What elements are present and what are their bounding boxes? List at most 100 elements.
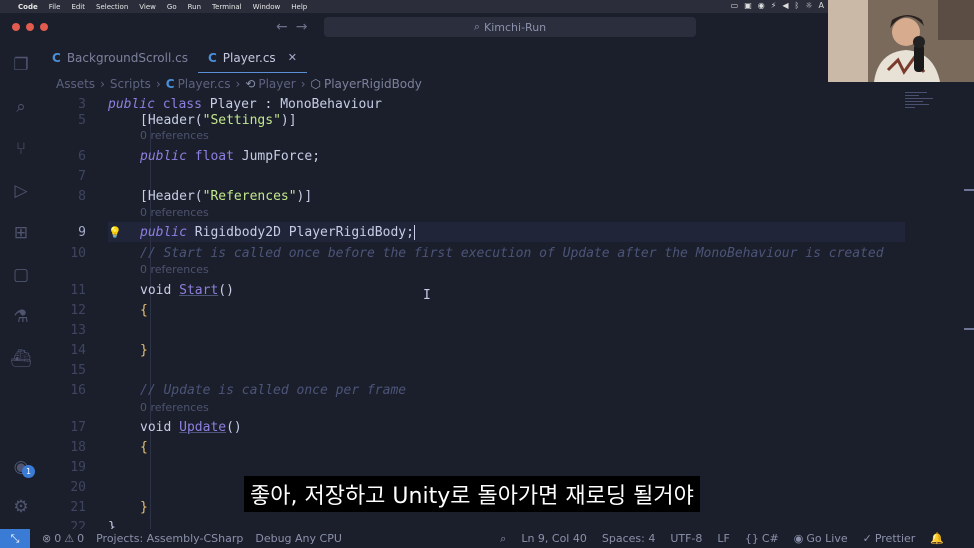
volume-icon[interactable]: ◀: [782, 1, 788, 10]
code-line: 17 void Update(): [70, 419, 242, 435]
scrollbar-marker: [964, 189, 974, 191]
bluetooth-icon[interactable]: ᛒ: [795, 1, 800, 10]
code-line: 8 [Header("References")]: [78, 188, 313, 204]
line-ending[interactable]: LF: [717, 532, 729, 545]
status-bar: ⤡ ⊗ 0 ⚠ 0 Projects: Assembly-CSharp Debu…: [0, 529, 974, 548]
code-line: 14 }: [70, 342, 148, 358]
code-line: 12 {: [70, 302, 148, 318]
code-editor[interactable]: 3 public class Player : MonoBehaviour 5 …: [42, 92, 962, 535]
breadcrumb-item[interactable]: Player.cs: [178, 77, 231, 91]
problems-indicator[interactable]: ⊗ 0 ⚠ 0: [42, 532, 84, 545]
field-icon: ⬡: [310, 77, 321, 91]
breadcrumb-item[interactable]: PlayerRigidBody: [324, 77, 422, 91]
csharp-icon: C: [207, 50, 217, 65]
double-check-icon: ✓: [862, 532, 872, 545]
debug-config[interactable]: Debug Any CPU: [255, 532, 342, 545]
breadcrumb: Assets › Scripts › C Player.cs › ⟲ Playe…: [56, 76, 422, 92]
minimap[interactable]: [905, 92, 965, 132]
language-mode[interactable]: {} C#: [745, 532, 779, 545]
search-icon: ⌕: [473, 20, 481, 33]
notifications-bell-icon[interactable]: 🔔: [930, 532, 944, 545]
forward-arrow-icon[interactable]: →: [296, 19, 316, 35]
bolt-icon[interactable]: ⚡: [771, 1, 777, 10]
text-caret: [413, 224, 415, 240]
lightbulb-icon[interactable]: 💡: [108, 226, 122, 239]
settings-gear-icon[interactable]: ⚙: [9, 495, 33, 519]
run-debug-icon[interactable]: ▷: [9, 179, 33, 203]
brightness-icon[interactable]: ☼: [805, 1, 812, 10]
zoom-search-icon[interactable]: ⌕: [500, 532, 506, 546]
csharp-icon: C: [165, 77, 175, 91]
code-line: 6 public float JumpForce;: [78, 148, 321, 164]
webcam-overlay: [828, 0, 974, 82]
chevron-right-icon: ›: [300, 77, 306, 91]
prettier-status[interactable]: ✓ Prettier: [863, 532, 916, 545]
remote-indicator-icon[interactable]: ⤡: [0, 529, 30, 548]
menu-window[interactable]: Window: [253, 3, 281, 11]
tab-backgroundscroll[interactable]: C BackgroundScroll.cs: [42, 43, 198, 73]
menu-app-code[interactable]: Code: [18, 3, 38, 11]
warning-icon: ⚠: [64, 532, 75, 545]
close-tab-icon[interactable]: ✕: [288, 51, 297, 64]
close-window-button[interactable]: [12, 23, 20, 31]
docker-icon[interactable]: ⛴: [9, 347, 33, 371]
command-center[interactable]: ⌕ Kimchi-Run: [324, 17, 696, 37]
activity-bar: ❐ ⌕ ⑂ ▷ ⊞ ▢ ⚗ ⛴ ◉ 1 ⚙: [0, 43, 42, 529]
chevron-right-icon: ›: [155, 77, 161, 91]
codelens-references[interactable]: 0 references: [140, 263, 209, 278]
presenter-video: [828, 0, 974, 82]
zoom-window-button[interactable]: [40, 23, 48, 31]
menu-selection[interactable]: Selection: [96, 3, 128, 11]
codelens-references[interactable]: 0 references: [140, 206, 209, 221]
minimize-window-button[interactable]: [26, 23, 34, 31]
display-icon[interactable]: ▣: [744, 1, 752, 10]
code-line: 15: [70, 362, 86, 378]
menu-view[interactable]: View: [139, 3, 156, 11]
code-line: 7: [78, 168, 86, 184]
search-icon[interactable]: ⌕: [9, 95, 33, 119]
screen-icon[interactable]: ▭: [731, 1, 739, 10]
broadcast-icon: ◉: [793, 532, 804, 545]
back-arrow-icon[interactable]: ←: [276, 19, 296, 35]
chevron-right-icon: ›: [235, 77, 241, 91]
source-control-icon[interactable]: ⑂: [9, 137, 33, 161]
code-line: 16 // Update is called once per frame: [70, 382, 407, 398]
go-live-button[interactable]: ◉ Go Live: [794, 532, 848, 545]
project-indicator[interactable]: Projects: Assembly-CSharp: [96, 532, 243, 545]
extensions-icon[interactable]: ⊞: [9, 221, 33, 245]
menu-go[interactable]: Go: [167, 3, 177, 11]
code-line: 10 // Start is called once before the fi…: [70, 245, 884, 261]
codelens-references[interactable]: 0 references: [140, 401, 209, 416]
status-bar-right: ⌕ Ln 9, Col 40 Spaces: 4 UTF-8 LF {} C# ◉…: [485, 529, 944, 548]
indentation[interactable]: Spaces: 4: [602, 532, 655, 545]
tab-label: Player.cs: [222, 50, 276, 65]
menu-run[interactable]: Run: [188, 3, 201, 11]
cursor-position[interactable]: Ln 9, Col 40: [521, 532, 587, 545]
tab-player[interactable]: C Player.cs ✕: [197, 43, 307, 73]
chevron-right-icon: ›: [100, 77, 105, 91]
braces-icon: {}: [744, 532, 759, 545]
record-icon[interactable]: ◉: [758, 1, 765, 10]
input-source-icon[interactable]: A: [819, 1, 824, 10]
codelens-references[interactable]: 0 references: [140, 129, 209, 144]
breadcrumb-item[interactable]: Player: [258, 77, 295, 91]
nav-arrows: ←→: [276, 19, 315, 35]
code-line: 5 [Header("Settings")]: [78, 112, 297, 128]
menu-terminal[interactable]: Terminal: [212, 3, 242, 11]
menu-help[interactable]: Help: [291, 3, 307, 11]
menu-file[interactable]: File: [49, 3, 61, 11]
code-line: 19: [70, 459, 86, 475]
encoding[interactable]: UTF-8: [670, 532, 702, 545]
window-controls: [12, 23, 48, 31]
error-icon: ⊗: [42, 532, 52, 545]
explorer-icon[interactable]: ❐: [9, 53, 33, 77]
testing-icon[interactable]: ⚗: [9, 305, 33, 329]
breadcrumb-item[interactable]: Assets: [56, 77, 95, 91]
video-subtitle: 좋아, 저장하고 Unity로 돌아가면 재로딩 될거야: [244, 476, 700, 512]
menu-edit[interactable]: Edit: [71, 3, 85, 11]
code-line: 13: [70, 322, 86, 338]
tab-label: BackgroundScroll.cs: [66, 51, 188, 65]
remote-explorer-icon[interactable]: ▢: [9, 263, 33, 287]
vertical-scrollbar[interactable]: [962, 92, 974, 529]
breadcrumb-item[interactable]: Scripts: [110, 77, 151, 91]
